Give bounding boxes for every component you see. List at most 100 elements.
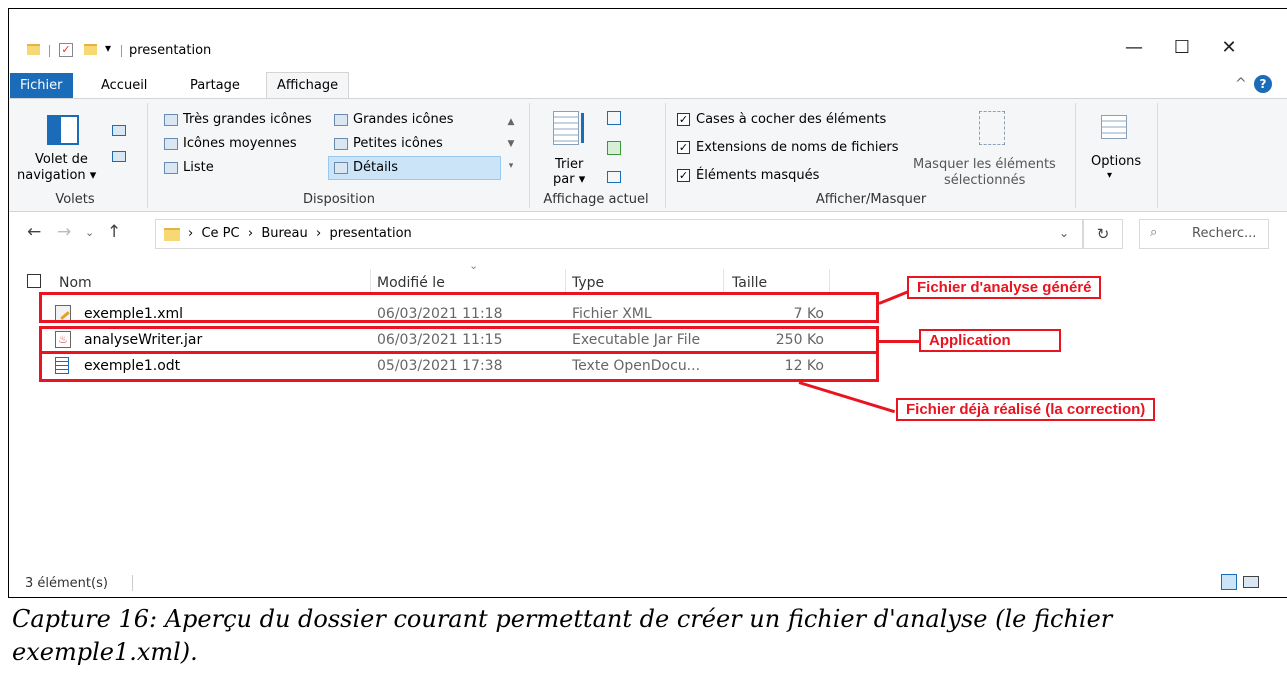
divider	[529, 103, 530, 208]
status-text: 3 élément(s)	[25, 576, 108, 591]
divider	[565, 269, 566, 293]
sort-arrow-icon	[581, 113, 584, 143]
highlight-box	[39, 292, 879, 323]
checkbox[interactable]: ✓	[677, 141, 690, 154]
divider	[1075, 103, 1076, 208]
callout-connector	[879, 340, 921, 343]
sort-icon[interactable]	[553, 111, 579, 145]
layout-large-icons[interactable]: Grandes icônes	[334, 112, 454, 127]
maximize-button[interactable]: ☐	[1162, 37, 1202, 58]
group-volets: Volets	[55, 192, 95, 207]
options-icon[interactable]	[1101, 115, 1127, 139]
breadcrumb[interactable]: › Ce PC › Bureau › presentation	[188, 226, 412, 241]
navigation-pane-label-2[interactable]: navigation ▾	[17, 168, 96, 183]
size-columns-icon[interactable]	[607, 171, 621, 183]
search-input[interactable]: Recherc...	[1192, 226, 1256, 241]
close-button[interactable]: ✕	[1209, 37, 1249, 58]
breadcrumb-bureau[interactable]: Bureau	[261, 226, 307, 241]
forward-arrow-icon[interactable]: →	[57, 222, 71, 242]
sort-by-label[interactable]: Trier	[555, 157, 583, 172]
checkbox-file-extensions[interactable]: ✓ Extensions de noms de fichiers	[677, 140, 899, 155]
checkbox[interactable]: ✓	[677, 113, 690, 126]
callout-label: Fichier déjà réalisé (la correction)	[896, 398, 1156, 421]
large-icons-view-icon[interactable]	[1243, 576, 1259, 588]
checkbox-item-checkboxes[interactable]: ✓ Cases à cocher des éléments	[677, 112, 886, 127]
layout-extra-large-icons[interactable]: Très grandes icônes	[164, 112, 312, 127]
quick-access-dropdown[interactable]: ▾	[105, 41, 111, 55]
ribbon: Volet de navigation ▾ Volets Très grande…	[9, 98, 1287, 212]
group-by-icon[interactable]	[607, 111, 621, 125]
select-all-checkbox[interactable]	[27, 274, 41, 288]
folder-icon	[164, 228, 180, 241]
divider	[132, 575, 133, 591]
address-dropdown-icon[interactable]: ⌄	[1059, 226, 1069, 240]
folder-icon[interactable]	[27, 44, 40, 55]
help-icon[interactable]: ?	[1254, 75, 1272, 93]
column-type[interactable]: Type	[572, 275, 604, 291]
column-nom[interactable]: Nom	[59, 275, 92, 291]
breadcrumb-ce-pc[interactable]: Ce PC	[201, 226, 239, 241]
up-arrow-icon[interactable]: ↑	[107, 222, 121, 242]
tab-partage[interactable]: Partage	[180, 73, 250, 98]
layout-icon	[334, 161, 348, 174]
preview-pane-icon[interactable]	[112, 125, 126, 136]
divider	[147, 103, 148, 208]
address-bar[interactable]: › Ce PC › Bureau › presentation ⌄	[155, 219, 1083, 249]
divider	[121, 45, 122, 57]
divider	[49, 45, 50, 57]
tab-affichage[interactable]: Affichage	[266, 72, 350, 98]
add-columns-icon[interactable]	[607, 141, 621, 155]
divider	[370, 269, 371, 293]
refresh-icon: ↻	[1096, 225, 1110, 243]
sort-indicator-icon: ⌄	[469, 259, 479, 272]
details-pane-icon[interactable]	[112, 151, 126, 162]
search-icon: ⌕	[1150, 225, 1158, 240]
hide-selected-label[interactable]: Masquer les éléments	[913, 157, 1056, 172]
layout-icon	[334, 113, 348, 126]
navigation-pane-icon[interactable]	[47, 115, 79, 145]
properties-icon[interactable]: ✓	[59, 43, 73, 57]
sort-by-label-2[interactable]: par ▾	[553, 172, 585, 187]
tab-accueil[interactable]: Accueil	[91, 73, 157, 98]
divider	[829, 269, 830, 293]
collapse-ribbon-icon[interactable]: ^	[1235, 76, 1247, 92]
minimize-button[interactable]: —	[1114, 37, 1154, 58]
callout-connector	[798, 381, 896, 414]
checkbox[interactable]: ✓	[677, 169, 690, 182]
new-folder-icon[interactable]	[84, 44, 97, 55]
hide-selected-icon[interactable]	[979, 111, 1005, 145]
layout-list[interactable]: Liste	[164, 160, 214, 175]
layout-icon	[334, 137, 348, 150]
layout-icon	[164, 137, 178, 150]
layout-details[interactable]: Détails	[328, 156, 501, 180]
figure-caption: Capture 16: Aperçu du dossier courant pe…	[12, 605, 1113, 666]
window-title: presentation	[129, 43, 212, 58]
tab-fichier[interactable]: Fichier	[10, 73, 73, 98]
layout-medium-icons[interactable]: Icônes moyennes	[164, 136, 297, 151]
breadcrumb-presentation[interactable]: presentation	[329, 226, 411, 241]
callout-connector	[878, 289, 911, 305]
details-view-icon[interactable]	[1221, 574, 1237, 590]
callout-label: Fichier d'analyse généré	[907, 276, 1102, 299]
layout-small-icons[interactable]: Petites icônes	[334, 136, 443, 151]
highlight-box	[39, 351, 879, 382]
layout-icon	[164, 113, 178, 126]
highlight-box	[39, 326, 879, 354]
callout-label: Application	[919, 329, 1061, 352]
recent-locations-icon[interactable]: ⌄	[85, 226, 94, 239]
options-button[interactable]: Options	[1091, 154, 1141, 169]
options-dropdown-icon[interactable]: ▾	[1107, 170, 1112, 181]
column-modifie[interactable]: Modifié le	[377, 275, 445, 291]
column-taille[interactable]: Taille	[732, 275, 767, 291]
back-arrow-icon[interactable]: ←	[27, 222, 41, 242]
navigation-pane-label[interactable]: Volet de	[35, 152, 88, 167]
divider	[665, 103, 666, 208]
checkbox-hidden-items[interactable]: ✓ Éléments masqués	[677, 168, 819, 183]
search-box[interactable]: ⌕ Recherc...	[1139, 219, 1269, 249]
hide-selected-label-2[interactable]: sélectionnés	[944, 173, 1025, 188]
group-afficher-masquer: Afficher/Masquer	[815, 192, 927, 207]
refresh-button[interactable]: ↻	[1083, 219, 1123, 249]
divider	[1157, 103, 1158, 208]
layout-scroll[interactable]: ▲ ▼ ▾	[504, 111, 518, 181]
divider	[723, 269, 724, 293]
